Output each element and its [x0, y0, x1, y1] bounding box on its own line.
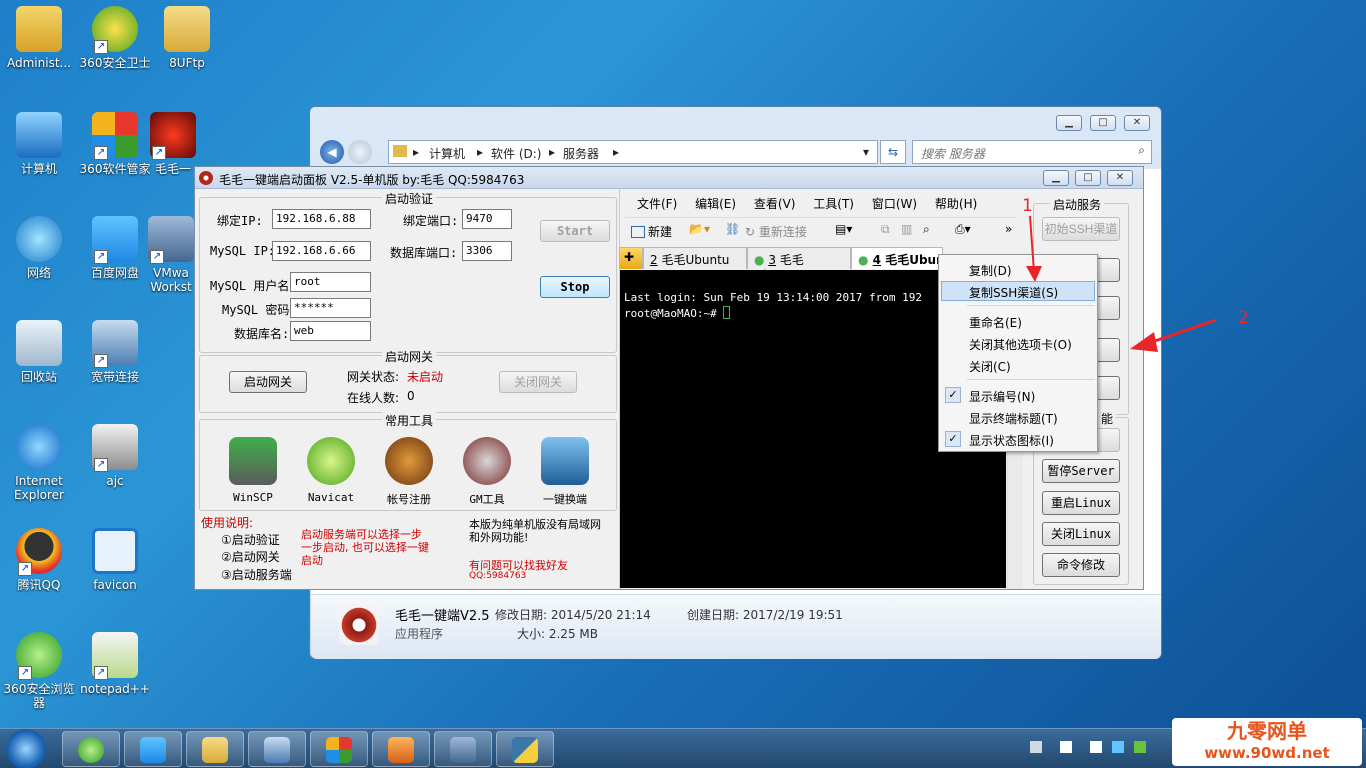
360-software-manager-icon: [326, 737, 352, 763]
tray-icon-1[interactable]: [1030, 741, 1042, 753]
taskbar-360mgr[interactable]: [310, 731, 368, 767]
annotation-2: 2: [1238, 308, 1249, 328]
taskbar-baidu[interactable]: [124, 731, 182, 767]
annotation-arrows: [1026, 215, 1217, 352]
media-player-icon: [388, 737, 414, 763]
tray-icon-5[interactable]: [1134, 741, 1146, 753]
taskbar-explorer[interactable]: [186, 731, 244, 767]
taskbar-360browser[interactable]: [62, 731, 120, 767]
vmware-icon: [450, 737, 476, 763]
baidu-netdisk-icon: [140, 737, 166, 763]
tray-icon-4[interactable]: [1112, 741, 1124, 753]
taskbar-network[interactable]: [248, 731, 306, 767]
360-browser-icon: [78, 737, 104, 763]
tray-icon-2[interactable]: [1060, 741, 1072, 753]
taskbar: [0, 728, 1366, 768]
annotation-1: 1: [1022, 196, 1033, 216]
taskbar-vmware[interactable]: [434, 731, 492, 767]
watermark: 九零网单 www.90wd.net: [1172, 718, 1362, 766]
arrow-1: [1029, 215, 1035, 273]
taskbar-media[interactable]: [372, 731, 430, 767]
arrow-2-head: [1130, 332, 1158, 352]
start-button[interactable]: [6, 729, 46, 768]
python-icon: [512, 737, 538, 763]
watermark-title: 九零网单: [1227, 719, 1307, 743]
system-tray: [1030, 741, 1170, 757]
tray-icon-3[interactable]: [1090, 741, 1102, 753]
arrow-2: [1145, 318, 1217, 346]
taskbar-python[interactable]: [496, 731, 554, 767]
folder-icon: [202, 737, 228, 763]
arrow-1-head: [1026, 266, 1042, 282]
watermark-url: www.90wd.net: [1204, 744, 1330, 762]
network-icon: [264, 737, 290, 763]
